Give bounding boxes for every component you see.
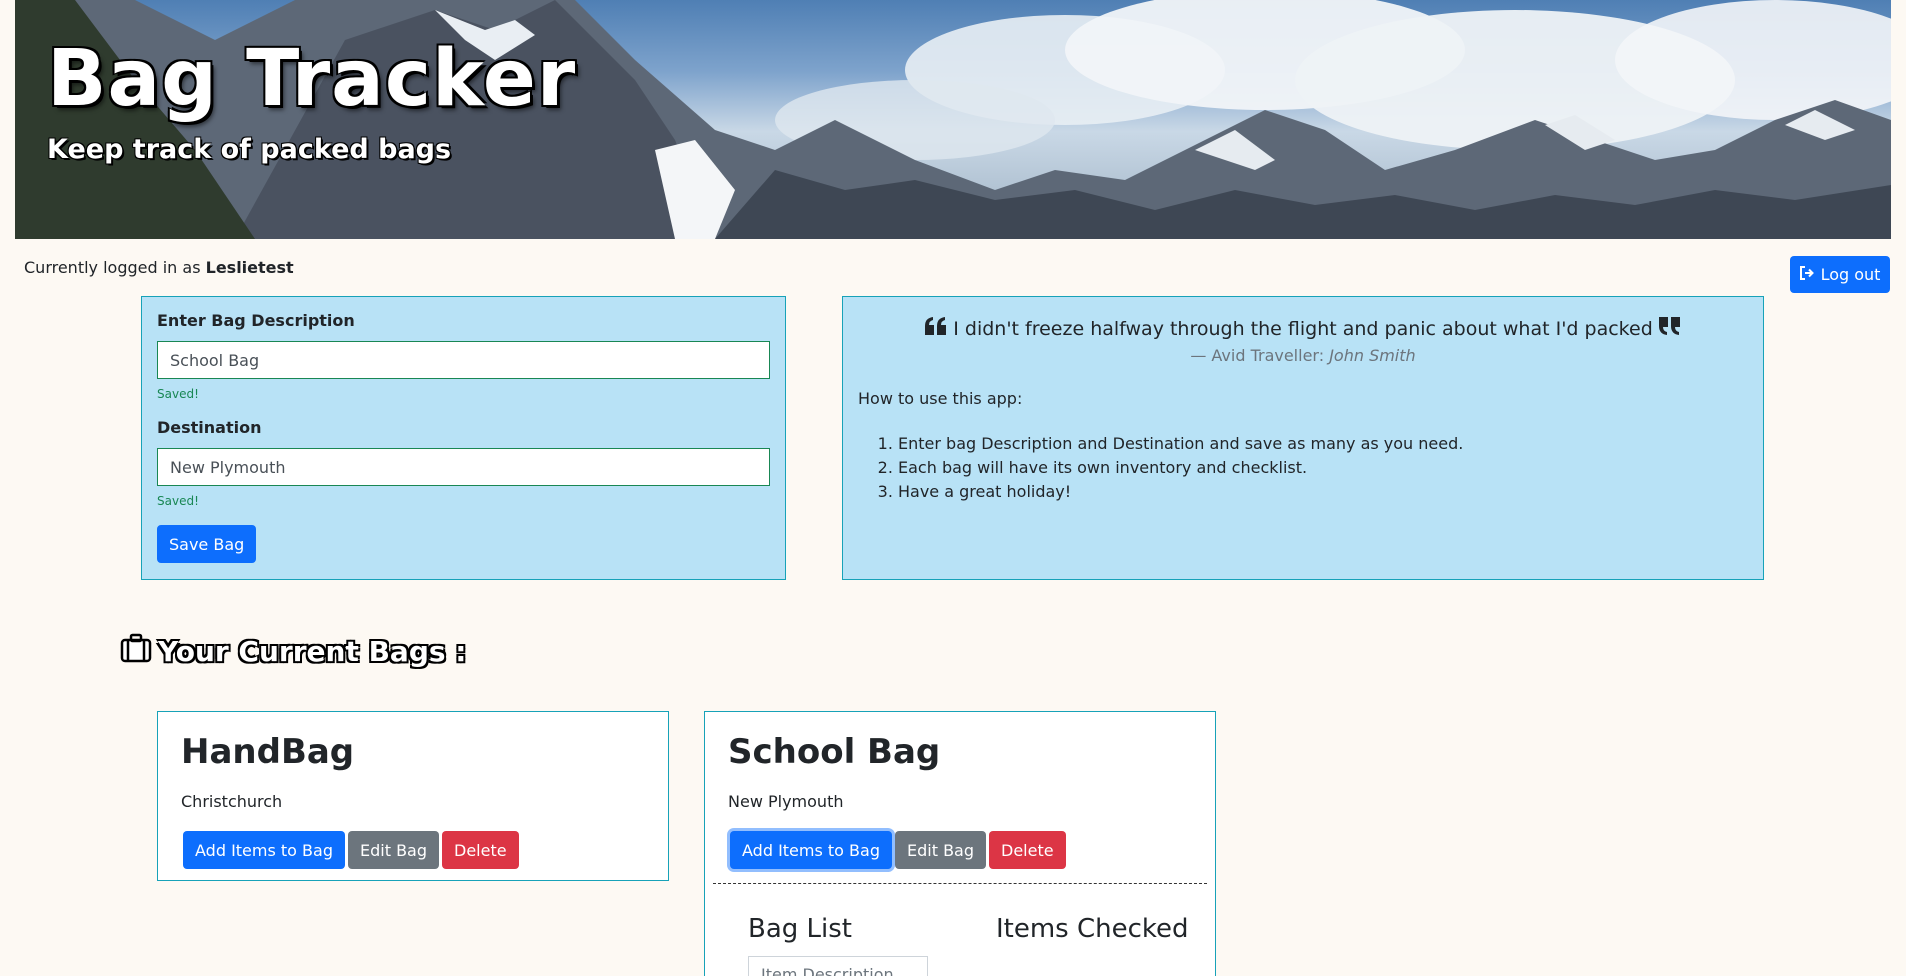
header-banner: Bag Tracker Keep track of packed bags — [15, 0, 1891, 239]
author-name: John Smith — [1329, 346, 1416, 365]
bag-list-title: Bag List — [748, 914, 852, 944]
quote-text: I didn't freeze halfway through the flig… — [953, 317, 1653, 340]
bag-actions: Add Items to Bag Edit Bag Delete — [183, 831, 645, 869]
bag-list-section: Bag List Item Description Items Checked — [728, 914, 1192, 976]
app-subtitle: Keep track of packed bags — [47, 134, 452, 165]
add-items-button[interactable]: Add Items to Bag — [183, 831, 345, 869]
howto-steps: Enter bag Description and Destination an… — [898, 432, 1748, 504]
quote-left-icon — [925, 317, 947, 340]
save-bag-button[interactable]: Save Bag — [157, 525, 257, 563]
howto-step: Each bag will have its own inventory and… — [898, 456, 1748, 480]
bag-title: School Bag — [728, 732, 941, 772]
login-prefix: Currently logged in as — [24, 258, 206, 277]
add-items-button[interactable]: Add Items to Bag — [730, 831, 892, 869]
suitcase-icon — [120, 633, 152, 670]
howto-step: Enter bag Description and Destination an… — [898, 432, 1748, 456]
app-title: Bag Tracker — [47, 34, 577, 124]
items-checked-column: Items Checked — [996, 914, 1189, 976]
destination-label: Destination — [157, 418, 262, 437]
bag-card: School Bag New Plymouth Add Items to Bag… — [704, 711, 1216, 976]
howto-title: How to use this app: — [858, 389, 1023, 408]
description-label: Enter Bag Description — [157, 311, 355, 330]
author-prefix: — Avid Traveller: — [1190, 346, 1330, 365]
bag-actions: Add Items to Bag Edit Bag Delete — [730, 831, 1192, 869]
bag-destination: New Plymouth — [728, 792, 844, 811]
quote-author: — Avid Traveller: John Smith — [858, 346, 1748, 365]
divider — [713, 883, 1207, 884]
info-panel: I didn't freeze halfway through the flig… — [842, 296, 1764, 580]
destination-value: New Plymouth — [170, 457, 286, 477]
logout-button[interactable]: Log out — [1790, 256, 1890, 293]
current-bags-heading-text: Your Current Bags : — [158, 635, 467, 668]
description-input[interactable]: School Bag — [157, 341, 770, 379]
description-saved-status: Saved! — [157, 387, 199, 401]
logout-label: Log out — [1820, 265, 1881, 284]
current-bags-heading: Your Current Bags : — [120, 633, 466, 670]
items-checked-title: Items Checked — [996, 914, 1189, 944]
item-description-input[interactable]: Item Description — [748, 956, 928, 976]
delete-bag-button[interactable]: Delete — [442, 831, 519, 869]
description-value: School Bag — [170, 350, 260, 370]
edit-bag-button[interactable]: Edit Bag — [348, 831, 440, 869]
bag-title: HandBag — [181, 732, 355, 772]
quote-right-icon — [1658, 317, 1681, 340]
bag-list-column: Bag List Item Description — [748, 914, 996, 976]
bag-destination: Christchurch — [181, 792, 283, 811]
item-description-placeholder: Item Description — [761, 964, 894, 976]
howto-step: Have a great holiday! — [898, 480, 1748, 504]
login-status: Currently logged in as Leslietest — [24, 258, 294, 277]
bag-form-panel: Enter Bag Description School Bag Saved! … — [141, 296, 786, 580]
edit-bag-button[interactable]: Edit Bag — [895, 831, 987, 869]
delete-bag-button[interactable]: Delete — [989, 831, 1066, 869]
bag-card: HandBag Christchurch Add Items to Bag Ed… — [157, 711, 669, 881]
destination-saved-status: Saved! — [157, 494, 199, 508]
sign-out-icon — [1799, 265, 1815, 284]
destination-input[interactable]: New Plymouth — [157, 448, 770, 486]
testimonial-quote: I didn't freeze halfway through the flig… — [858, 317, 1748, 340]
username: Leslietest — [205, 258, 294, 277]
